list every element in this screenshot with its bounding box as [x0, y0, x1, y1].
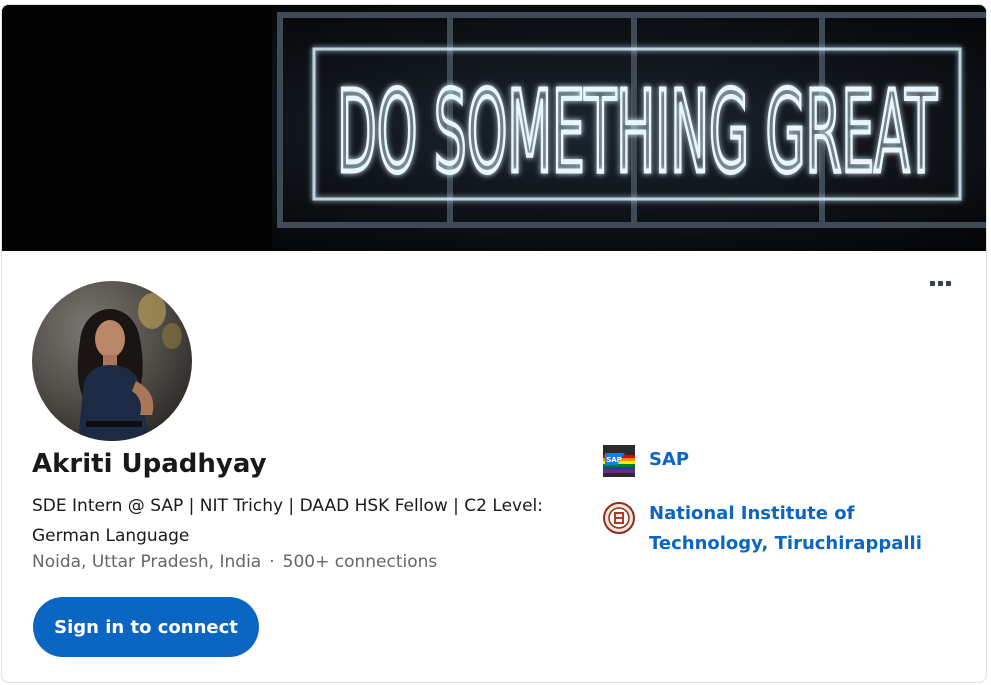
- sign-in-to-connect-button[interactable]: Sign in to connect: [33, 597, 259, 657]
- sap-logo-icon: SAP: [603, 445, 635, 477]
- avatar-photo: [32, 281, 192, 441]
- profile-location: Noida, Uttar Pradesh, India: [32, 552, 262, 572]
- profile-banner: DO SOMETHING GREAT: [2, 5, 986, 251]
- more-horizontal-icon: [929, 280, 951, 286]
- banner-neon-text: DO SOMETHING GREAT: [337, 68, 937, 198]
- profile-name: Akriti Upadhyay: [32, 449, 267, 479]
- more-options-button[interactable]: [920, 267, 960, 299]
- nit-logo-icon: [603, 502, 635, 534]
- profile-headline: SDE Intern @ SAP | NIT Trichy | DAAD HSK…: [32, 496, 543, 546]
- meta-separator: ·: [269, 552, 275, 572]
- svg-text:SAP: SAP: [606, 456, 622, 464]
- school-link[interactable]: National Institute of Technology, Tiruch…: [649, 499, 963, 559]
- company-link[interactable]: SAP: [649, 445, 689, 475]
- avatar: [32, 281, 192, 441]
- profile-connections: 500+ connections: [282, 552, 438, 572]
- education-school[interactable]: National Institute of Technology, Tiruch…: [603, 499, 963, 559]
- banner-image: DO SOMETHING GREAT: [2, 5, 986, 251]
- profile-card: DO SOMETHING GREAT Akriti Upadhyay SDE I…: [1, 4, 987, 683]
- current-company[interactable]: SAP SAP: [603, 445, 689, 477]
- profile-meta: Noida, Uttar Pradesh, India · 500+ connect…: [32, 552, 437, 572]
